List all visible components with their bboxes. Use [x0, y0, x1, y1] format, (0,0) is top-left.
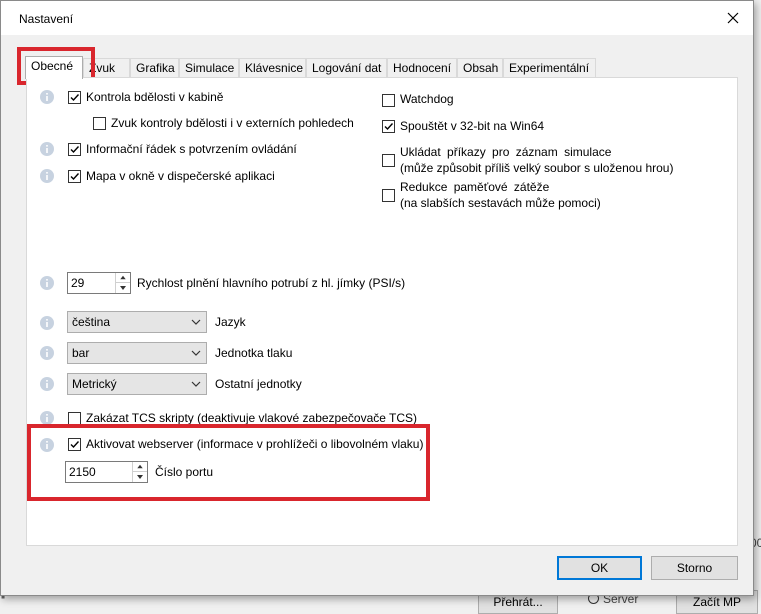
tab-grafika[interactable]: Grafika: [130, 58, 179, 78]
other-units-select[interactable]: Metrický: [67, 373, 207, 395]
language-value: čeština: [72, 315, 111, 329]
vigilance-checkbox[interactable]: [68, 91, 81, 104]
info-icon: [40, 377, 54, 391]
save-commands-label: Ukládat příkazy pro záznam simulace: [400, 145, 612, 159]
fill-rate-label: Rychlost plnění hlavního potrubí z hl. j…: [137, 276, 406, 290]
run32-checkbox[interactable]: [382, 120, 395, 133]
spin-up-icon[interactable]: [116, 273, 130, 283]
other-units-value: Metrický: [72, 377, 117, 391]
tab-hodnoceni[interactable]: Hodnocení: [387, 58, 457, 78]
watchdog-checkbox[interactable]: [382, 94, 395, 107]
dialog-title: Nastavení: [19, 12, 74, 26]
info-icon: [40, 142, 54, 156]
save-commands-sublabel: (může způsobit příliš velký soubor s ulo…: [400, 161, 674, 175]
info-icon: [40, 90, 54, 104]
reduce-memory-label: Redukce paměťové zátěže: [400, 180, 550, 194]
run32-label: Spouštět v 32-bit na Win64: [400, 119, 545, 133]
spin-down-icon[interactable]: [116, 283, 130, 293]
tab-obecne[interactable]: Obecné: [25, 56, 83, 79]
chevron-down-icon: [191, 319, 201, 325]
settings-dialog: Nastavení Obecné Zvuk Grafika Simulace K…: [0, 0, 754, 596]
fill-rate-stepper[interactable]: 29: [67, 272, 131, 294]
language-label: Jazyk: [215, 315, 246, 329]
language-select[interactable]: čeština: [67, 311, 207, 333]
tab-simulace[interactable]: Simulace: [179, 58, 239, 78]
title-bar: Nastavení: [1, 1, 753, 35]
pressure-unit-select[interactable]: bar: [67, 342, 207, 364]
tab-logovani-dat[interactable]: Logování dat: [306, 58, 387, 78]
check-icon: [70, 173, 80, 181]
info-icon: [40, 276, 54, 290]
save-commands-checkbox[interactable]: [382, 154, 395, 167]
fill-rate-value: 29: [71, 276, 85, 290]
vigilance-sound-checkbox[interactable]: [93, 117, 106, 130]
info-icon: [40, 346, 54, 360]
check-icon: [70, 146, 80, 154]
chevron-down-icon: [191, 381, 201, 387]
info-row-label: Informační řádek s potvrzením ovládání: [86, 142, 297, 156]
tab-klavesnice[interactable]: Klávesnice: [239, 58, 306, 78]
close-icon[interactable]: [723, 8, 743, 28]
check-icon: [384, 123, 394, 131]
pressure-unit-label: Jednotka tlaku: [215, 346, 293, 360]
vigilance-label: Kontrola bdělosti v kabině: [86, 90, 224, 104]
ok-button[interactable]: OK: [557, 556, 642, 580]
map-label: Mapa v okně v dispečerské aplikaci: [86, 169, 275, 183]
info-icon: [40, 169, 54, 183]
pressure-unit-value: bar: [72, 346, 90, 360]
other-units-label: Ostatní jednotky: [215, 377, 302, 391]
highlight-box-webserver: [27, 424, 430, 501]
cancel-button[interactable]: Storno: [651, 556, 738, 580]
info-row-checkbox[interactable]: [68, 143, 81, 156]
disable-tcs-label: Zakázat TCS skripty (deaktivuje vlakové …: [86, 411, 418, 425]
info-icon: [40, 316, 54, 330]
watchdog-label: Watchdog: [400, 92, 454, 106]
map-checkbox[interactable]: [68, 170, 81, 183]
info-icon: [40, 411, 54, 425]
tab-obsah[interactable]: Obsah: [457, 58, 503, 78]
reduce-memory-checkbox[interactable]: [382, 189, 395, 202]
tab-experimentalni[interactable]: Experimentální: [503, 58, 596, 78]
check-icon: [70, 94, 80, 102]
vigilance-sound-label: Zvuk kontroly bdělosti i v externích poh…: [111, 116, 354, 130]
chevron-down-icon: [191, 350, 201, 356]
reduce-memory-sublabel: (na slabších sestavách může pomoci): [400, 196, 601, 210]
